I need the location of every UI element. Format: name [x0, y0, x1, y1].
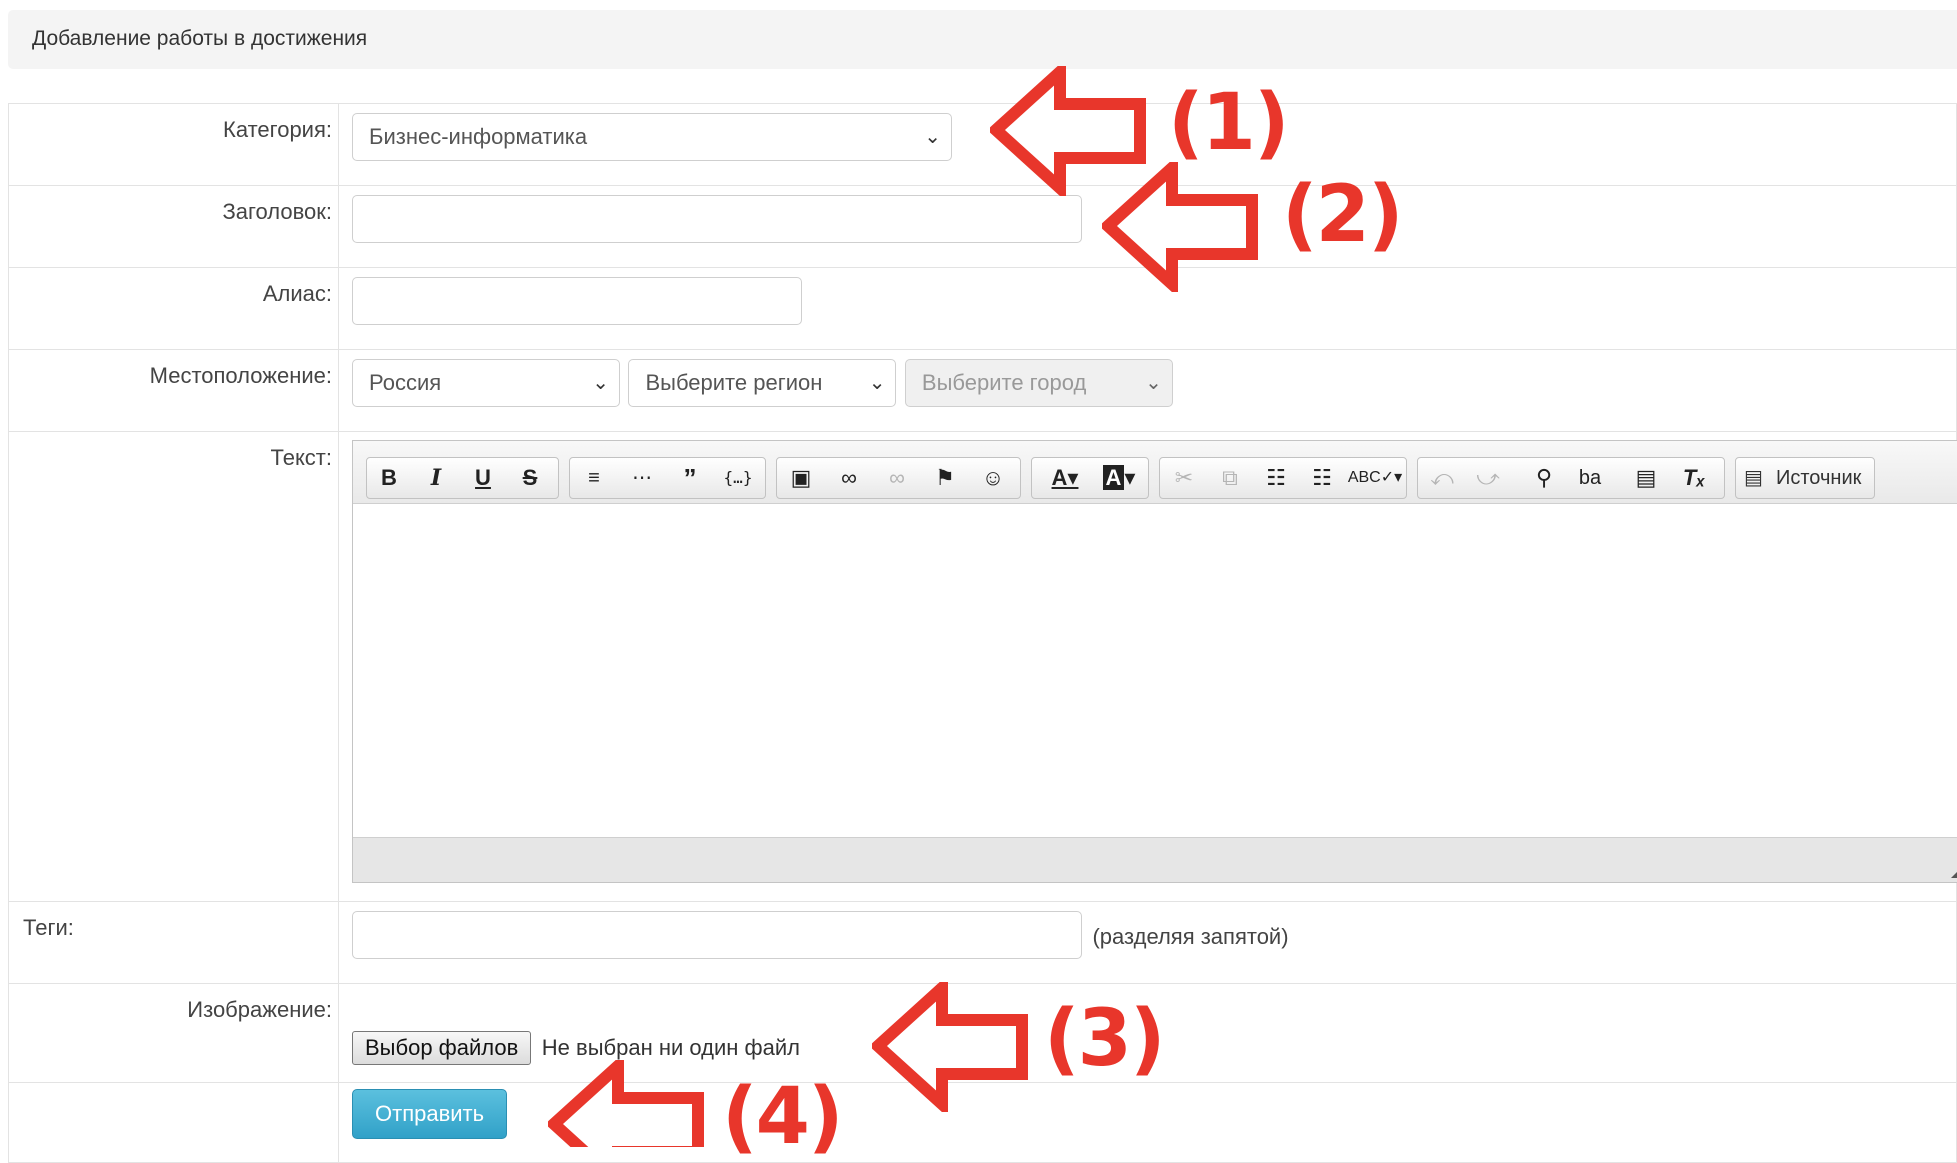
spellcheck-icon[interactable]: ABC✓▾ — [1346, 458, 1404, 498]
tags-label: Теги: — [8, 901, 339, 984]
category-label: Категория: — [8, 103, 339, 186]
strikethrough-icon[interactable]: S — [508, 458, 552, 498]
chevron-down-icon: ⌄ — [868, 372, 886, 394]
editor-status-bar — [353, 837, 1957, 882]
code-snippet-icon[interactable]: {…} — [716, 458, 760, 498]
annotation-label-2: (2) — [1282, 170, 1404, 260]
submit-row-label — [8, 1082, 339, 1163]
annotation-label-1: (1) — [1168, 78, 1290, 168]
tags-hint: (разделяя запятой) — [1092, 924, 1289, 949]
paste-icon[interactable]: ☷ — [1254, 458, 1298, 498]
smiley-icon[interactable]: ☺ — [971, 458, 1015, 498]
submit-button[interactable]: Отправить — [352, 1089, 508, 1139]
category-value: Бизнес-информатика — [369, 124, 588, 149]
link-icon[interactable]: ∞ — [827, 458, 871, 498]
anchor-flag-icon[interactable]: ⚑ — [923, 458, 967, 498]
image-icon[interactable]: ▣ — [779, 458, 823, 498]
alias-input[interactable] — [352, 277, 802, 325]
tags-input[interactable] — [352, 911, 1082, 959]
undo-icon: ⤺ — [1430, 465, 1454, 490]
editor-content-area[interactable] — [353, 504, 1957, 837]
arrow-left-icon — [548, 1060, 704, 1147]
toolbar-group-lists: ≡ ⋯ ” {…} — [569, 457, 766, 499]
region-value: Выберите регион — [645, 370, 823, 395]
resize-handle-icon[interactable] — [1951, 864, 1957, 878]
remove-format-icon[interactable]: Tₓ — [1672, 458, 1716, 498]
numbered-list-icon[interactable]: ≡ — [572, 458, 616, 498]
paste-text-icon[interactable]: ☷ — [1300, 458, 1344, 498]
replace-icon[interactable]: ba — [1568, 458, 1612, 498]
search-icon[interactable]: ⚲ — [1522, 458, 1566, 498]
country-value: Россия — [369, 370, 442, 395]
city-select: Выберите город ⌄ — [904, 359, 1173, 407]
underline-icon[interactable]: U — [461, 458, 505, 498]
background-color-icon[interactable]: A ▾ — [1092, 458, 1146, 498]
rich-text-editor: B I U S ≡ ⋯ ” {…} ▣ ∞ ∞ ⚑ ☺ A▾ A ▾ ✂ ⧉ ☷… — [352, 440, 1957, 883]
page-title: Добавление работы в достижения — [32, 27, 368, 50]
title-input[interactable] — [352, 195, 1082, 243]
file-status: Не выбран ни один файл — [541, 1035, 800, 1060]
chevron-down-icon: ⌄ — [1145, 372, 1162, 394]
arrow-left-icon — [872, 982, 1028, 1112]
toolbar-group-colors: A▾ A ▾ — [1031, 457, 1149, 499]
arrow-left-icon — [1102, 162, 1258, 292]
toolbar-group-basic: B I U S — [366, 457, 559, 499]
title-label: Заголовок: — [8, 185, 339, 268]
city-value: Выберите город — [921, 370, 1087, 395]
toolbar-group-insert: ▣ ∞ ∞ ⚑ ☺ — [776, 457, 1021, 499]
redo-icon: ⤻ — [1476, 465, 1500, 490]
source-button[interactable]: ▤ Источник — [1735, 457, 1875, 499]
page-header: Добавление работы в достижения — [8, 10, 1957, 69]
annotation-label-4: (4) — [722, 1072, 844, 1162]
region-select[interactable]: Выберите регион ⌄ — [628, 359, 897, 407]
editor-toolbar: B I U S ≡ ⋯ ” {…} ▣ ∞ ∞ ⚑ ☺ A▾ A ▾ ✂ ⧉ ☷… — [353, 441, 1957, 504]
select-all-icon[interactable]: ▤ — [1624, 458, 1668, 498]
cut-icon: ✂ — [1174, 465, 1194, 490]
bulleted-list-icon[interactable]: ⋯ — [620, 458, 664, 498]
annotation-label-3: (3) — [1044, 994, 1166, 1084]
chevron-down-icon: ⌄ — [924, 126, 941, 148]
image-label: Изображение: — [8, 983, 339, 1083]
country-select[interactable]: Россия ⌄ — [352, 359, 620, 407]
toolbar-group-edit: ⤺ ⤻ ⚲ ba ▤ Tₓ — [1417, 457, 1725, 499]
text-label: Текст: — [8, 431, 339, 902]
location-label: Местоположение: — [8, 349, 339, 432]
copy-icon: ⧉ — [1222, 465, 1238, 490]
text-color-icon[interactable]: A▾ — [1038, 458, 1092, 498]
category-select[interactable]: Бизнес-информатика ⌄ — [352, 113, 952, 161]
chevron-down-icon: ⌄ — [592, 372, 609, 394]
source-icon: ▤ — [1744, 467, 1763, 489]
bold-icon[interactable]: B — [367, 458, 411, 498]
italic-icon[interactable]: I — [414, 458, 458, 498]
alias-label: Алиас: — [8, 267, 339, 350]
choose-files-button[interactable]: Выбор файлов — [352, 1031, 532, 1065]
unlink-icon: ∞ — [889, 465, 905, 490]
source-label: Источник — [1776, 467, 1862, 489]
toolbar-group-clipboard: ✂ ⧉ ☷ ☷ ABC✓▾ — [1159, 457, 1407, 499]
blockquote-icon[interactable]: ” — [668, 458, 712, 498]
